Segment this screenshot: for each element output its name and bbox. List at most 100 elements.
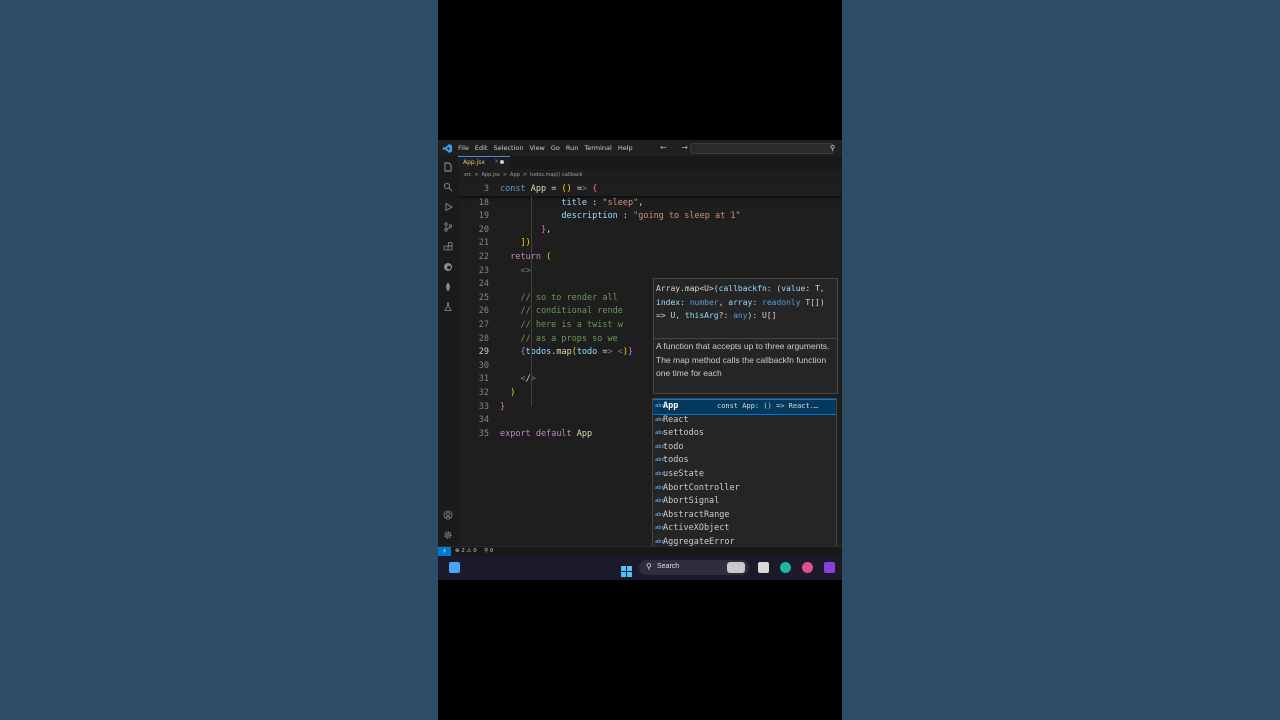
settings-gear-icon[interactable] xyxy=(443,530,453,540)
text-suggestion-icon: abc xyxy=(655,525,665,532)
code-line[interactable]: 21 ]) xyxy=(458,237,842,250)
title-bar: File Edit Selection View Go Run Terminal… xyxy=(438,140,842,156)
line-number: 19 xyxy=(478,211,489,222)
code-line[interactable]: 19 description : "going to sleep at 1" xyxy=(458,210,842,223)
line-number: 3 xyxy=(483,184,489,194)
windows-start-icon[interactable] xyxy=(621,562,632,577)
text-suggestion-icon: abc xyxy=(655,498,665,505)
code-text: title : "sleep", xyxy=(561,197,644,208)
windows-taskbar: ⚲ Search xyxy=(438,556,842,580)
code-line[interactable]: 20 }, xyxy=(458,224,842,237)
code-text: } xyxy=(500,401,506,412)
line-number: 22 xyxy=(478,252,489,262)
code-line[interactable]: 22 return ( xyxy=(458,251,842,264)
mongodb-leaf-icon[interactable] xyxy=(443,282,453,292)
menu-edit[interactable]: Edit xyxy=(475,144,488,152)
code-text: }, xyxy=(540,224,552,235)
left-background xyxy=(0,0,438,720)
right-background xyxy=(842,0,1280,720)
suggestion-item[interactable]: abc ActiveXObject xyxy=(653,522,836,536)
suggestion-label: AbortSignal xyxy=(663,496,720,507)
breadcrumb: src > App.jsx > App > todos.map() callback xyxy=(464,172,586,178)
menu-go[interactable]: Go xyxy=(551,144,560,152)
line-number: 28 xyxy=(478,333,489,344)
code-line[interactable]: 18 title : "sleep", xyxy=(458,197,842,210)
suggestion-label: todos xyxy=(663,455,689,466)
run-debug-icon[interactable] xyxy=(443,202,453,212)
autocomplete-list: abc App const App: () => React.… abc React ab… xyxy=(652,398,837,564)
editor-tab-bar: App.jsx × xyxy=(458,156,842,169)
suggestion-label: settodos xyxy=(663,428,704,439)
suggestion-item[interactable]: abc todos xyxy=(653,454,836,468)
activity-bar xyxy=(438,156,458,546)
taskbar-search[interactable]: ⚲ Search xyxy=(639,560,749,575)
code-editor[interactable]: 3 const App = () => {18 title : "sleep", 1… xyxy=(458,182,842,564)
line-number: 29 xyxy=(478,347,489,358)
copilot-icon[interactable] xyxy=(802,562,813,573)
breadcrumb-src[interactable]: src xyxy=(464,172,471,178)
search-icon[interactable] xyxy=(443,182,453,192)
tab-app-jsx[interactable]: App.jsx × xyxy=(458,156,510,169)
menu-run[interactable]: Run xyxy=(566,144,578,152)
code-text: {todos.map(todo => <)} xyxy=(520,347,634,358)
file-explorer-icon[interactable] xyxy=(758,562,769,573)
accounts-icon[interactable] xyxy=(443,510,453,520)
suggestion-item[interactable]: abc useState xyxy=(653,468,836,482)
code-text: <> xyxy=(520,265,531,276)
source-control-icon[interactable] xyxy=(443,222,453,232)
menu-selection[interactable]: Selection xyxy=(493,144,523,152)
text-suggestion-icon: abc xyxy=(655,403,665,409)
command-center-search[interactable]: ⚲ xyxy=(690,143,835,154)
ports-status[interactable]: ⚲ 0 xyxy=(484,548,493,554)
suggestion-item[interactable]: abc React xyxy=(653,414,836,428)
suggestion-item[interactable]: abc App const App: () => React.… xyxy=(653,399,836,415)
app-icon[interactable] xyxy=(824,562,835,573)
indent-guide xyxy=(531,196,532,406)
video-frame: File Edit Selection View Go Run Terminal… xyxy=(438,0,842,720)
suggestion-item[interactable]: abc settodos xyxy=(653,427,836,441)
menu-file[interactable]: File xyxy=(458,144,469,152)
suggestion-item[interactable]: abc AbstractRange xyxy=(653,509,836,523)
code-line[interactable]: 23 <> xyxy=(458,265,842,278)
line-number: 20 xyxy=(478,224,489,235)
text-suggestion-icon: abc xyxy=(655,416,665,423)
test-flask-icon[interactable] xyxy=(443,302,453,312)
line-number: 25 xyxy=(478,292,489,303)
breadcrumb-symbol-callback[interactable]: todos.map() callback xyxy=(530,172,583,178)
edge-browser-icon[interactable] xyxy=(780,562,791,573)
sticky-scroll-line[interactable]: 3 const App = () => { xyxy=(458,183,842,196)
line-number: 32 xyxy=(478,388,489,398)
widgets-icon[interactable] xyxy=(449,562,460,573)
nav-arrows[interactable]: ← → xyxy=(660,143,694,152)
explorer-icon[interactable] xyxy=(443,162,453,172)
suggestion-label: AbortController xyxy=(663,482,740,493)
breadcrumb-file[interactable]: App.jsx xyxy=(482,172,500,178)
breadcrumb-symbol-app[interactable]: App xyxy=(510,172,520,178)
suggestion-detail: const App: () => React.… xyxy=(717,402,819,410)
function-documentation: A function that accepts up to three argu… xyxy=(656,341,830,379)
code-text: return ( xyxy=(510,252,552,262)
taskbar-search-label: Search xyxy=(657,563,680,570)
suggestion-item[interactable]: abc AbortSignal xyxy=(653,495,836,509)
edge-devtools-icon[interactable] xyxy=(443,262,453,272)
code-text: // conditional rende xyxy=(500,306,623,317)
menu-help[interactable]: Help xyxy=(618,144,633,152)
suggestion-label: todo xyxy=(663,441,684,452)
suggestion-label: AbstractRange xyxy=(663,509,730,520)
problems-status[interactable]: ⊗ 2 ⚠ 0 xyxy=(455,548,477,554)
breadcrumb-separator: > xyxy=(502,172,508,178)
suggestion-item[interactable]: abc AbortController xyxy=(653,482,836,496)
extensions-icon[interactable] xyxy=(443,242,453,252)
menu-terminal[interactable]: Terminal xyxy=(584,144,611,152)
tab-close-icon[interactable]: × xyxy=(494,158,499,165)
function-signature: Array.map<U>(callbackfn: (value: T, inde… xyxy=(656,284,830,321)
line-number: 18 xyxy=(478,197,489,208)
text-suggestion-icon: abc xyxy=(655,443,665,450)
code-text: // here is a twist w xyxy=(500,320,623,330)
line-number: 30 xyxy=(478,360,489,371)
line-number: 27 xyxy=(478,320,489,330)
menu-view[interactable]: View xyxy=(529,144,544,152)
tab-label: App.jsx xyxy=(463,159,485,166)
line-number: 34 xyxy=(478,415,489,426)
suggestion-item[interactable]: abc todo xyxy=(653,441,836,455)
